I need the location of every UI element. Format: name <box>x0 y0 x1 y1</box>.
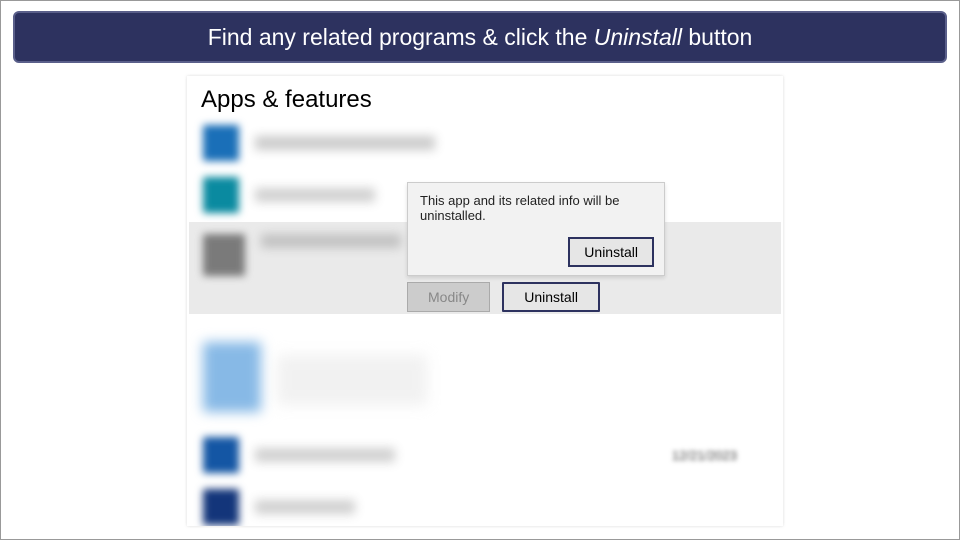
install-date: 12/21/2023 <box>672 448 737 463</box>
app-action-buttons: Modify Uninstall <box>407 282 600 312</box>
app-name-blurred <box>255 448 395 462</box>
app-name-blurred <box>255 136 435 150</box>
uninstall-confirm-button[interactable]: Uninstall <box>568 237 654 267</box>
flyout-message: This app and its related info will be un… <box>420 193 652 223</box>
uninstall-button[interactable]: Uninstall <box>502 282 600 312</box>
app-icon <box>203 489 239 525</box>
app-row[interactable] <box>189 328 781 418</box>
app-row[interactable] <box>189 482 781 526</box>
app-icon <box>203 437 239 473</box>
app-name-blurred <box>277 355 427 405</box>
banner-text: Find any related programs & click the Un… <box>208 24 753 51</box>
app-row[interactable] <box>189 118 781 168</box>
instruction-slide: Find any related programs & click the Un… <box>0 0 960 540</box>
instruction-banner: Find any related programs & click the Un… <box>13 11 947 63</box>
app-name-blurred <box>255 500 355 514</box>
app-icon <box>203 342 261 412</box>
app-name-blurred <box>261 234 401 248</box>
app-icon <box>203 125 239 161</box>
apps-features-panel: Apps & features Modify Uninstall This ap… <box>187 76 783 526</box>
app-icon <box>203 234 245 276</box>
uninstall-confirm-flyout: This app and its related info will be un… <box>407 182 665 276</box>
page-title: Apps & features <box>201 86 372 114</box>
app-row[interactable]: 12/21/2023 <box>189 430 781 480</box>
app-icon <box>203 177 239 213</box>
app-name-blurred <box>255 188 375 202</box>
modify-button[interactable]: Modify <box>407 282 490 312</box>
